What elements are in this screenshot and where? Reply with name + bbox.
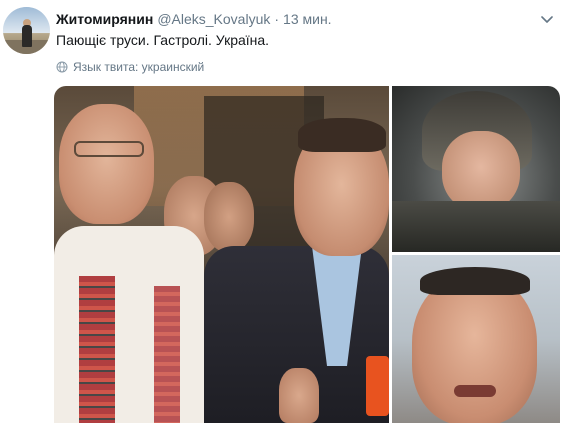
photo-hair	[420, 267, 530, 295]
avatar-figure	[22, 25, 32, 47]
photo-mouth	[454, 385, 496, 397]
photo-person-right-hair	[298, 118, 386, 152]
photo-glasses	[74, 141, 144, 157]
photo-face	[442, 131, 520, 211]
chevron-down-icon-svg	[541, 16, 553, 23]
language-label: Язык твита: украинский	[73, 60, 205, 74]
separator-dot: ·	[274, 11, 280, 27]
photo-microphone	[366, 356, 389, 416]
photo-armor	[392, 201, 560, 252]
author-name[interactable]: Житомирянин	[56, 11, 153, 27]
photo-embroidery-left	[79, 276, 115, 423]
photo-embroidered-shirt	[54, 226, 204, 423]
user-avatar[interactable]	[3, 7, 50, 54]
media-photo-2[interactable]	[392, 86, 560, 252]
tweet-language: Язык твита: украинский	[56, 60, 204, 74]
photo-hand	[279, 368, 319, 423]
author-handle[interactable]: @Aleks_Kovalyuk	[157, 11, 270, 27]
media-grid	[54, 86, 560, 423]
media-photo-1[interactable]	[54, 86, 389, 423]
tweet-time[interactable]: 13 мин.	[283, 11, 332, 27]
chevron-down-icon[interactable]	[540, 15, 554, 25]
photo-face	[412, 275, 537, 423]
photo-person-middle-2	[204, 182, 254, 252]
tweet-text: Пающіє труси. Гастролі. Україна.	[56, 32, 270, 48]
tweet[interactable]: Житомирянин @Aleks_Kovalyuk · 13 мин. Па…	[0, 0, 568, 423]
photo-embroidery-right	[154, 286, 180, 423]
tweet-header: Житомирянин @Aleks_Kovalyuk · 13 мин.	[56, 11, 332, 31]
photo-person-left-face	[59, 104, 154, 224]
globe-icon	[56, 61, 68, 73]
media-photo-3[interactable]	[392, 255, 560, 423]
